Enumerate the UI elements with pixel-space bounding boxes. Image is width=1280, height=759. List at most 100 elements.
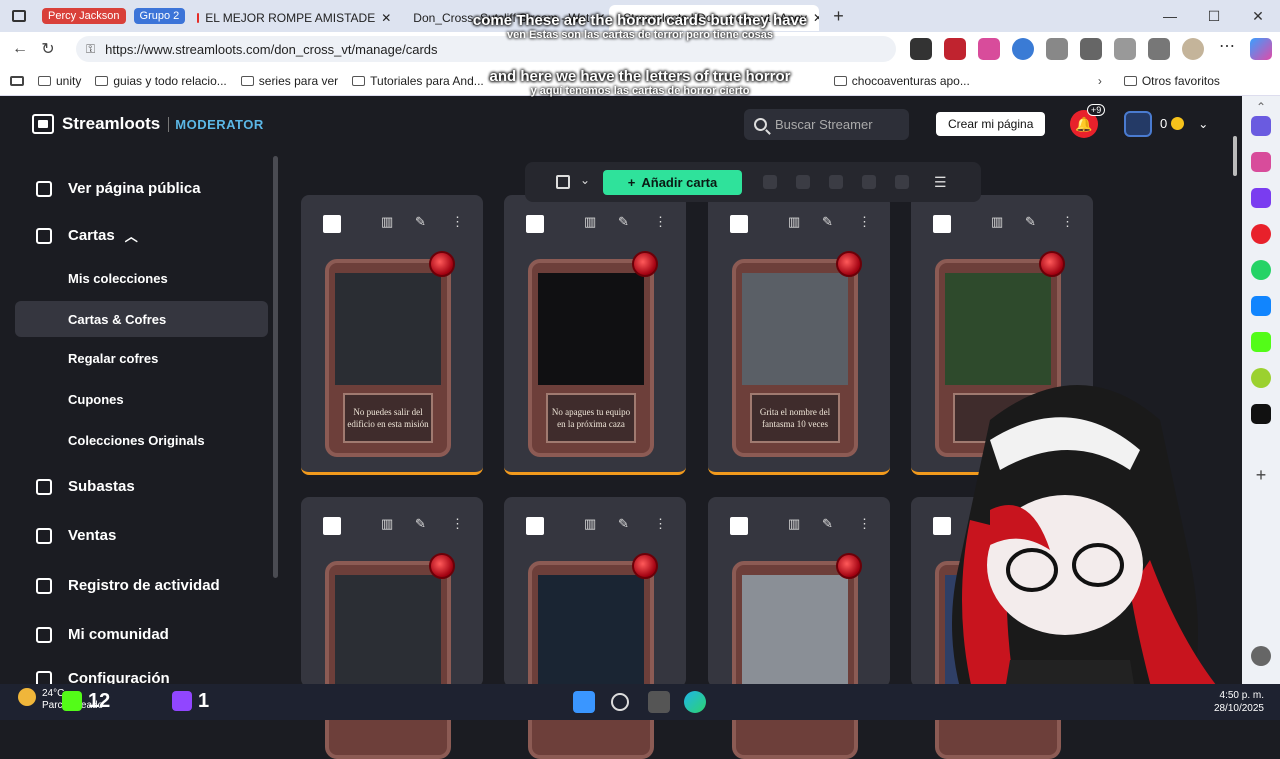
- extension-icon[interactable]: [944, 38, 966, 60]
- sidebar-sub-collections[interactable]: Mis colecciones: [68, 271, 168, 286]
- url-field[interactable]: ⚿ https://www.streamloots.com/don_cross_…: [76, 36, 896, 62]
- edit-icon[interactable]: ✎: [618, 214, 629, 230]
- bookmark-tutoriales[interactable]: Tutoriales para And...: [352, 74, 484, 88]
- edit-icon[interactable]: ✎: [822, 516, 833, 532]
- card-tile[interactable]: ▥ ✎ ⋮: [504, 497, 686, 759]
- edit-icon[interactable]: ✎: [618, 516, 629, 532]
- collections-icon[interactable]: [1148, 38, 1170, 60]
- more-vertical-icon[interactable]: ⋮: [654, 516, 667, 532]
- sidebar-item-community[interactable]: Mi comunidad: [36, 626, 169, 643]
- card-frame[interactable]: [732, 561, 858, 759]
- system-clock[interactable]: 4:50 p. m. 28/10/2025: [1214, 689, 1264, 715]
- select-all-checkbox[interactable]: [556, 175, 570, 189]
- bookmark-otros-favoritos[interactable]: Otros favoritos: [1123, 74, 1220, 88]
- side-app-icon[interactable]: [1251, 188, 1271, 208]
- sidebar-item-config[interactable]: Configuración: [36, 670, 170, 684]
- site-info-icon[interactable]: ⚿: [86, 42, 95, 57]
- side-app-icon[interactable]: [1251, 368, 1271, 388]
- card-frame[interactable]: No puedes salir del edificio en esta mis…: [325, 259, 451, 457]
- card-tile[interactable]: ▥ ✎ ⋮ Grita el nombre del fantasma 10 veces: [708, 195, 890, 475]
- extension-icon[interactable]: [910, 38, 932, 60]
- sidebar-item-activity[interactable]: Registro de actividad: [36, 577, 220, 594]
- close-icon[interactable]: ✕: [813, 11, 819, 25]
- chevron-right-icon[interactable]: ›: [1098, 74, 1102, 88]
- settings-icon[interactable]: [1251, 646, 1271, 666]
- close-icon[interactable]: ✕: [381, 11, 391, 25]
- card-frame[interactable]: [528, 561, 654, 759]
- stats-icon[interactable]: ▥: [991, 214, 1003, 230]
- reload-button[interactable]: ↻: [34, 39, 62, 59]
- more-vertical-icon[interactable]: ⋮: [451, 214, 464, 230]
- bluesky-icon[interactable]: [1251, 296, 1271, 316]
- profile-avatar[interactable]: [1182, 38, 1204, 60]
- card-tile[interactable]: ▥ ✎ ⋮ No puedes salir del edificio en esta …: [301, 195, 483, 475]
- edit-icon[interactable]: ✎: [822, 214, 833, 230]
- twitch-icon[interactable]: [172, 691, 192, 711]
- card-frame[interactable]: No apagues tu equipo en la próxima caza: [528, 259, 654, 457]
- bookmark-guias[interactable]: guias y todo relacio...: [95, 74, 227, 88]
- side-app-icon[interactable]: [1251, 152, 1271, 172]
- chevron-down-icon[interactable]: ⌄: [1198, 117, 1208, 131]
- card-frame[interactable]: Grita el nombre del fantasma 10 veces: [732, 259, 858, 457]
- more-vertical-icon[interactable]: ⋮: [858, 516, 871, 532]
- extension-icon[interactable]: [1012, 38, 1034, 60]
- card-frame[interactable]: [325, 561, 451, 759]
- close-window-button[interactable]: ✕: [1236, 0, 1280, 32]
- sidebar-sub-cards-chests[interactable]: Cartas & Cofres: [68, 312, 166, 327]
- coins-balance[interactable]: 0 ⌄: [1160, 116, 1208, 131]
- card-select-checkbox[interactable]: [323, 215, 341, 233]
- tab-group-2[interactable]: Grupo 2: [133, 8, 186, 24]
- scrollbar-thumb[interactable]: [1233, 136, 1237, 176]
- bookmark-unity[interactable]: unity: [38, 74, 81, 88]
- stats-icon[interactable]: ▥: [584, 516, 596, 532]
- edit-icon[interactable]: ✎: [415, 516, 426, 532]
- avatar[interactable]: [1124, 111, 1152, 137]
- add-side-app-button[interactable]: +: [1251, 466, 1271, 486]
- search-icon[interactable]: [611, 693, 629, 711]
- kick-icon[interactable]: [62, 691, 82, 711]
- stats-icon[interactable]: ▥: [788, 214, 800, 230]
- copilot-icon[interactable]: [1250, 38, 1272, 60]
- extensions-icon[interactable]: [1046, 38, 1068, 60]
- sidebar-sub-originals[interactable]: Colecciones Originals: [68, 433, 205, 448]
- side-app-icon[interactable]: [1251, 116, 1271, 136]
- maximize-button[interactable]: ☐: [1192, 0, 1236, 32]
- sidebar-scrollbar[interactable]: [273, 156, 278, 578]
- main-scrollbar[interactable]: [1231, 96, 1239, 684]
- tab-streamloots[interactable]: Streamloots | Don_cross_vt | Apoy ✕: [609, 5, 820, 31]
- create-page-button[interactable]: Crear mi página: [936, 112, 1046, 136]
- card-select-checkbox[interactable]: [323, 517, 341, 535]
- stats-icon[interactable]: ▥: [381, 214, 393, 230]
- more-vertical-icon[interactable]: ⋮: [1061, 214, 1074, 230]
- card-tile[interactable]: ▥ ✎ ⋮: [708, 497, 890, 759]
- edit-icon[interactable]: ✎: [1025, 214, 1036, 230]
- minimize-button[interactable]: —: [1148, 0, 1192, 32]
- tab-group-percy[interactable]: Percy Jackson: [42, 8, 126, 24]
- stats-icon[interactable]: ▥: [381, 516, 393, 532]
- more-menu-icon[interactable]: ⋯: [1216, 38, 1238, 60]
- new-tab-button[interactable]: +: [833, 6, 844, 27]
- reading-list-icon[interactable]: [10, 75, 24, 86]
- sidebar-item-sales[interactable]: Ventas: [36, 527, 116, 544]
- tab-youtube[interactable]: EL MEJOR ROMPE AMISTADE ✕: [189, 5, 399, 31]
- add-card-button[interactable]: + Añadir carta: [603, 170, 742, 195]
- tab-kick[interactable]: Don_Cross_Sutcliff Stream - Wat ✕: [399, 5, 609, 31]
- sidebar-item-auctions[interactable]: Subastas: [36, 478, 135, 495]
- sidebar-sub-gift-chests[interactable]: Regalar cofres: [68, 351, 158, 366]
- stats-icon[interactable]: ▥: [788, 516, 800, 532]
- more-vertical-icon[interactable]: ⋮: [654, 214, 667, 230]
- card-select-checkbox[interactable]: [730, 215, 748, 233]
- bookmark-series[interactable]: series para ver: [240, 74, 338, 88]
- card-select-checkbox[interactable]: [730, 517, 748, 535]
- more-vertical-icon[interactable]: ⋮: [858, 214, 871, 230]
- x-icon[interactable]: [1251, 404, 1271, 424]
- start-icon[interactable]: [573, 691, 595, 713]
- card-select-checkbox[interactable]: [526, 517, 544, 535]
- list-view-icon[interactable]: ☰: [934, 174, 947, 191]
- task-view-icon[interactable]: [648, 691, 670, 713]
- close-icon[interactable]: ✕: [595, 11, 605, 25]
- kick-icon[interactable]: [1251, 332, 1271, 352]
- more-vertical-icon[interactable]: ⋮: [451, 516, 464, 532]
- chevron-down-icon[interactable]: ⌄: [580, 173, 590, 187]
- edge-icon[interactable]: [684, 691, 706, 713]
